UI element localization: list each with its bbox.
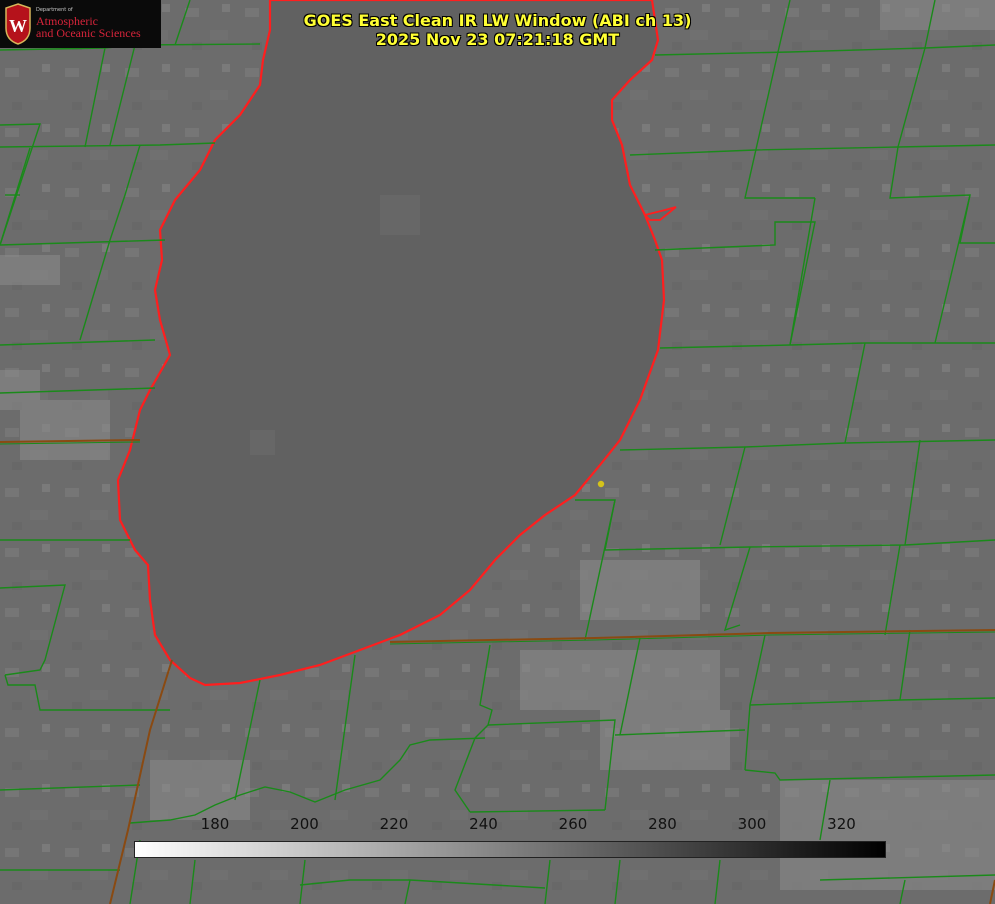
colorbar-tick-label: 200 (290, 815, 319, 833)
colorbar-tick-label: 320 (827, 815, 856, 833)
colorbar-tick-label: 260 (558, 815, 588, 833)
satellite-map[interactable] (0, 0, 995, 904)
colorbar-tick-label: 220 (379, 815, 409, 833)
station-marker[interactable] (597, 480, 605, 488)
colorbar-tick-label: 240 (469, 815, 498, 833)
image-title: GOES East Clean IR LW Window (ABI ch 13) (303, 11, 692, 30)
colorbar-tick-label: 300 (737, 815, 767, 833)
colorbar-tick-label: 280 (648, 815, 677, 833)
temperature-colorbar (134, 841, 886, 858)
image-timestamp: 2025 Nov 23 07:21:18 GMT (375, 30, 620, 49)
colorbar-tick-label: 180 (200, 815, 230, 833)
